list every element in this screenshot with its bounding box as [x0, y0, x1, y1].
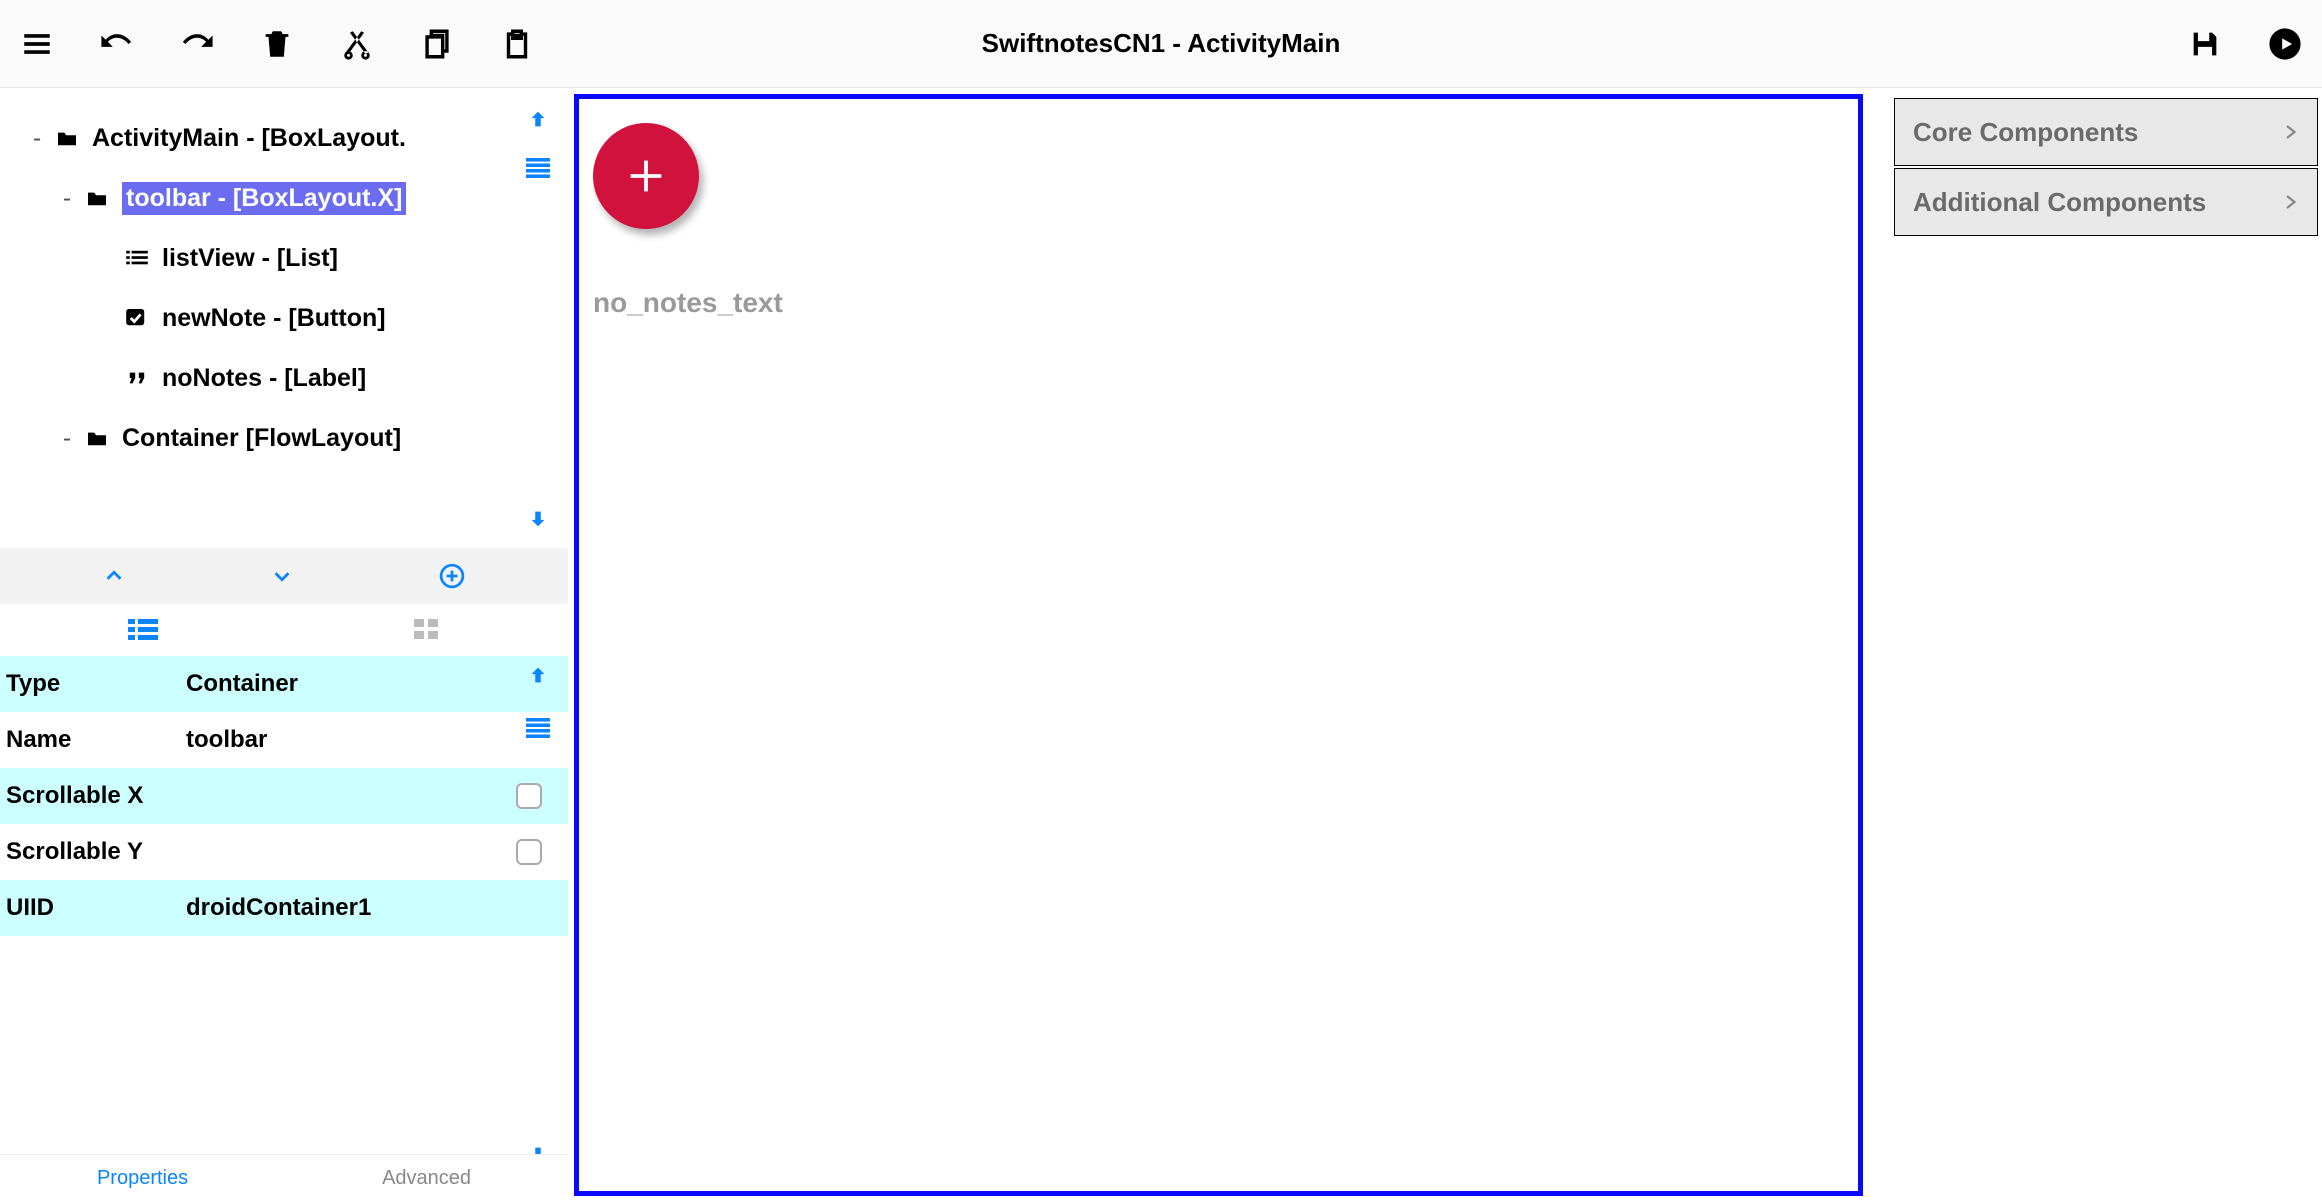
quote-icon	[126, 369, 152, 387]
menu-icon[interactable]	[20, 27, 54, 61]
top-toolbar: SwiftnotesCN1 - ActivityMain	[0, 0, 2322, 88]
component-tree: - ActivityMain - [BoxLayout. - toolbar -…	[0, 88, 568, 548]
copy-icon[interactable]	[420, 27, 454, 61]
expand-down-icon[interactable]	[271, 565, 293, 587]
tree-label: newNote - [Button]	[162, 304, 386, 333]
properties-panel: Type Container Name toolbar Scrollable X…	[0, 656, 568, 1202]
tree-row[interactable]: noNotes - [Label]	[0, 348, 568, 408]
list-view-icon[interactable]	[128, 619, 158, 641]
delete-icon[interactable]	[260, 27, 294, 61]
additional-components-header[interactable]: Additional Components	[1894, 168, 2318, 236]
accordion-label: Additional Components	[1913, 187, 2206, 218]
prop-row[interactable]: UIID droidContainer1	[0, 880, 568, 936]
core-components-header[interactable]: Core Components	[1894, 98, 2318, 166]
play-icon[interactable]	[2268, 27, 2302, 61]
tree-row[interactable]: - toolbar - [BoxLayout.X]	[0, 168, 568, 228]
folder-icon	[56, 129, 82, 147]
scrollable-x-check[interactable]	[516, 783, 542, 809]
prop-key: Type	[6, 670, 186, 698]
save-icon[interactable]	[2188, 27, 2222, 61]
tree-row[interactable]: - Container [FlowLayout]	[0, 408, 568, 468]
prop-view-switch	[0, 604, 568, 656]
props-scroll-up-icon[interactable]	[527, 664, 549, 686]
collapse-up-icon[interactable]	[103, 565, 125, 587]
tree-row[interactable]: newNote - [Button]	[0, 288, 568, 348]
check-icon	[126, 309, 152, 327]
paste-icon[interactable]	[500, 27, 534, 61]
list-icon	[126, 249, 152, 267]
tree-scroll-down-icon[interactable]	[527, 508, 549, 530]
prop-key: Scrollable Y	[6, 838, 226, 866]
fab-new-note[interactable]	[593, 123, 699, 229]
tree-rows-icon[interactable]	[526, 158, 550, 178]
tree-label: noNotes - [Label]	[162, 364, 366, 393]
tree-toggle[interactable]: -	[28, 124, 46, 153]
tree-row[interactable]: listView - [List]	[0, 228, 568, 288]
left-panel: - ActivityMain - [BoxLayout. - toolbar -…	[0, 88, 568, 1202]
prop-value: toolbar	[186, 726, 568, 754]
accordion-label: Core Components	[1913, 117, 2138, 148]
prop-row[interactable]: Type Container	[0, 656, 568, 712]
tree-row[interactable]: - ActivityMain - [BoxLayout.	[0, 108, 568, 168]
folder-icon	[86, 429, 112, 447]
tree-toggle[interactable]: -	[58, 184, 76, 213]
no-notes-label[interactable]: no_notes_text	[593, 287, 783, 319]
tree-label: Container [FlowLayout]	[122, 424, 401, 453]
components-panel: Core Components Additional Components	[1890, 88, 2322, 1202]
tree-label: listView - [List]	[162, 244, 338, 273]
cut-icon[interactable]	[340, 27, 374, 61]
folder-icon	[86, 189, 112, 207]
design-canvas[interactable]: no_notes_text	[574, 94, 1863, 1196]
window-title: SwiftnotesCN1 - ActivityMain	[982, 28, 1341, 59]
props-tabs: Properties Advanced	[0, 1154, 568, 1202]
chevron-right-icon	[2281, 123, 2299, 141]
chevron-right-icon	[2281, 193, 2299, 211]
grid-view-icon[interactable]	[414, 619, 440, 641]
tree-label: ActivityMain - [BoxLayout.	[92, 124, 406, 153]
undo-icon[interactable]	[100, 27, 134, 61]
tree-scroll-up-icon[interactable]	[527, 108, 549, 130]
prop-key: UIID	[6, 894, 186, 922]
main-area: - ActivityMain - [BoxLayout. - toolbar -…	[0, 88, 2322, 1202]
redo-icon[interactable]	[180, 27, 214, 61]
prop-value: Container	[186, 670, 568, 698]
scrollable-y-check[interactable]	[516, 839, 542, 865]
prop-row[interactable]: Name toolbar	[0, 712, 568, 768]
tab-advanced[interactable]: Advanced	[382, 1167, 471, 1190]
tree-toggle[interactable]: -	[58, 424, 76, 453]
prop-row[interactable]: Scrollable X	[0, 768, 568, 824]
prop-value: droidContainer1	[186, 894, 568, 922]
tab-properties[interactable]: Properties	[97, 1167, 188, 1190]
tree-controls-strip	[0, 548, 568, 604]
prop-key: Scrollable X	[6, 782, 186, 810]
props-rows-icon[interactable]	[526, 718, 550, 738]
prop-row[interactable]: Scrollable Y	[0, 824, 568, 880]
add-node-icon[interactable]	[439, 563, 465, 589]
tree-label: toolbar - [BoxLayout.X]	[122, 182, 406, 215]
prop-key: Name	[6, 726, 186, 754]
design-canvas-wrap: no_notes_text	[568, 88, 1890, 1202]
